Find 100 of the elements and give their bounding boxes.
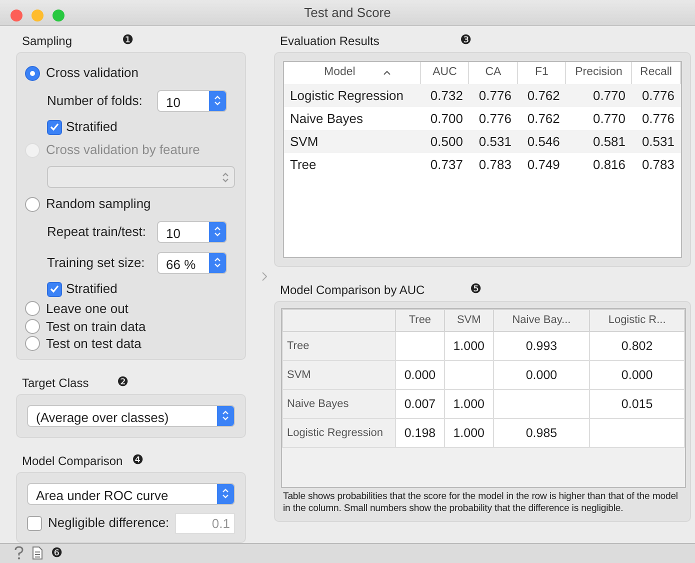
- table-cell: 1.000: [444, 418, 494, 448]
- table-cell: 1.000: [444, 332, 494, 360]
- column-header[interactable]: SVM: [444, 310, 494, 332]
- up-down-arrows-icon: [222, 488, 229, 499]
- up-down-arrows-icon: [214, 257, 221, 268]
- window-title: Test and Score: [304, 4, 391, 22]
- table-cell: 0.762: [517, 107, 566, 130]
- table-cell: 0.816: [566, 153, 632, 176]
- table-cell: Naive Bayes: [284, 107, 420, 130]
- table-cell: 0.802: [590, 332, 684, 360]
- option-label: Test on train data: [46, 318, 146, 336]
- radio-button[interactable]: [25, 301, 40, 316]
- checkbox[interactable]: [47, 120, 62, 134]
- checkbox-label: Stratified: [66, 280, 118, 298]
- spin-box[interactable]: 66 %: [157, 252, 227, 274]
- group-title: Model Comparison by AUC: [280, 282, 426, 299]
- help-icon[interactable]: [14, 546, 24, 560]
- step-marker: ❻: [51, 544, 63, 562]
- column-header[interactable]: F1: [517, 62, 566, 84]
- option-label: Random sampling: [46, 195, 151, 214]
- checkbox-label: Stratified: [66, 118, 118, 136]
- checkbox[interactable]: [27, 516, 42, 530]
- radio-button[interactable]: [25, 196, 40, 212]
- close-button[interactable]: [10, 9, 23, 22]
- table-cell: 0.007: [396, 390, 444, 418]
- column-header[interactable]: Logistic R...: [590, 310, 684, 332]
- table-cell: 0.000: [590, 360, 684, 390]
- up-down-arrows-icon: [214, 95, 221, 106]
- row-header: Tree: [282, 332, 396, 360]
- table-cell: 1.000: [444, 390, 494, 418]
- checkmark-icon: [50, 285, 59, 293]
- table-cell: 0.000: [493, 360, 590, 390]
- step-marker: ❸: [460, 32, 472, 50]
- table-cell: 0.770: [566, 84, 632, 107]
- comparison-combo[interactable]: Area under ROC curve: [27, 482, 235, 504]
- table-cell: 0.000: [396, 360, 444, 390]
- table-cell: Tree: [284, 153, 420, 176]
- column-header[interactable]: Tree: [396, 310, 444, 332]
- table-cell: 0.732: [420, 84, 469, 107]
- step-marker: ❶: [122, 32, 134, 50]
- table-cell: 0.500: [420, 130, 469, 153]
- option-label: Cross validation: [46, 64, 138, 82]
- group-title: Model Comparison: [22, 452, 124, 470]
- table-cell: 0.749: [517, 153, 566, 176]
- table-cell: 0.700: [420, 107, 469, 130]
- table-cell: 0.546: [517, 130, 566, 153]
- step-marker: ❺: [470, 281, 482, 300]
- table-cell: 0.581: [566, 130, 632, 153]
- radio-button[interactable]: [25, 66, 40, 80]
- column-header[interactable]: CA: [468, 62, 518, 84]
- table-cell: 0.993: [493, 332, 590, 360]
- table-cell: 0.531: [632, 130, 680, 153]
- step-marker: ❷: [117, 374, 129, 392]
- up-down-arrows-icon: [214, 226, 221, 237]
- column-header[interactable]: Recall: [632, 62, 680, 84]
- field-label: Repeat train/test:: [47, 222, 146, 241]
- spin-box[interactable]: 10: [157, 220, 227, 242]
- field-label: Number of folds:: [47, 92, 142, 110]
- minimize-button[interactable]: [31, 9, 44, 22]
- spin-box[interactable]: 10: [157, 90, 227, 112]
- table-cell: 0.737: [420, 153, 469, 176]
- row-header: Naive Bayes: [282, 390, 396, 418]
- table-cell: SVM: [284, 130, 420, 153]
- table-cell: 0.762: [517, 84, 566, 107]
- checkbox[interactable]: [47, 282, 62, 296]
- table-cell: 0.783: [468, 153, 518, 176]
- table-cell: 0.776: [468, 84, 518, 107]
- column-header[interactable]: Model: [284, 62, 420, 84]
- table-cell: 0.783: [632, 153, 680, 176]
- table-cell: 0.015: [590, 390, 684, 418]
- table-note: Table shows probabilities that the score for the model in the row is higher than that of the model in the column. Small numbers show the probability that the difference is negligible.: [282, 490, 679, 515]
- up-down-arrows-icon: [222, 172, 229, 182]
- column-header[interactable]: AUC: [420, 62, 469, 84]
- group-title: Evaluation Results: [280, 33, 380, 50]
- group-title: Sampling: [22, 33, 74, 50]
- table-cell: 0.776: [632, 107, 680, 130]
- option-label: Test on test data: [46, 335, 142, 353]
- table-cell: 0.198: [396, 418, 444, 448]
- document-icon[interactable]: [32, 546, 43, 560]
- step-marker: ❹: [132, 452, 144, 470]
- target-class-combo[interactable]: (Average over classes): [27, 404, 235, 426]
- table-cell: 0.985: [493, 418, 590, 448]
- checkbox-label: Negligible difference:: [48, 514, 170, 532]
- row-header: Logistic Regression: [282, 418, 396, 448]
- up-down-arrows-icon: [222, 410, 229, 421]
- group-title: Target Class: [22, 374, 90, 392]
- zoom-button[interactable]: [52, 9, 65, 22]
- table-cell: 0.770: [566, 107, 632, 130]
- option-label: Leave one out: [46, 300, 128, 318]
- table-cell: 0.531: [468, 130, 518, 153]
- checkmark-icon: [50, 123, 59, 131]
- field-label: Training set size:: [47, 254, 145, 272]
- column-header[interactable]: Naive Bay...: [493, 310, 590, 332]
- radio-button[interactable]: [25, 318, 40, 334]
- radio-button[interactable]: [25, 336, 40, 352]
- column-header[interactable]: Precision: [566, 62, 632, 84]
- option-label: Cross validation by feature: [46, 141, 200, 160]
- table-cell: Logistic Regression: [284, 84, 420, 107]
- table-cell: 0.776: [468, 107, 518, 130]
- row-header: SVM: [282, 360, 396, 390]
